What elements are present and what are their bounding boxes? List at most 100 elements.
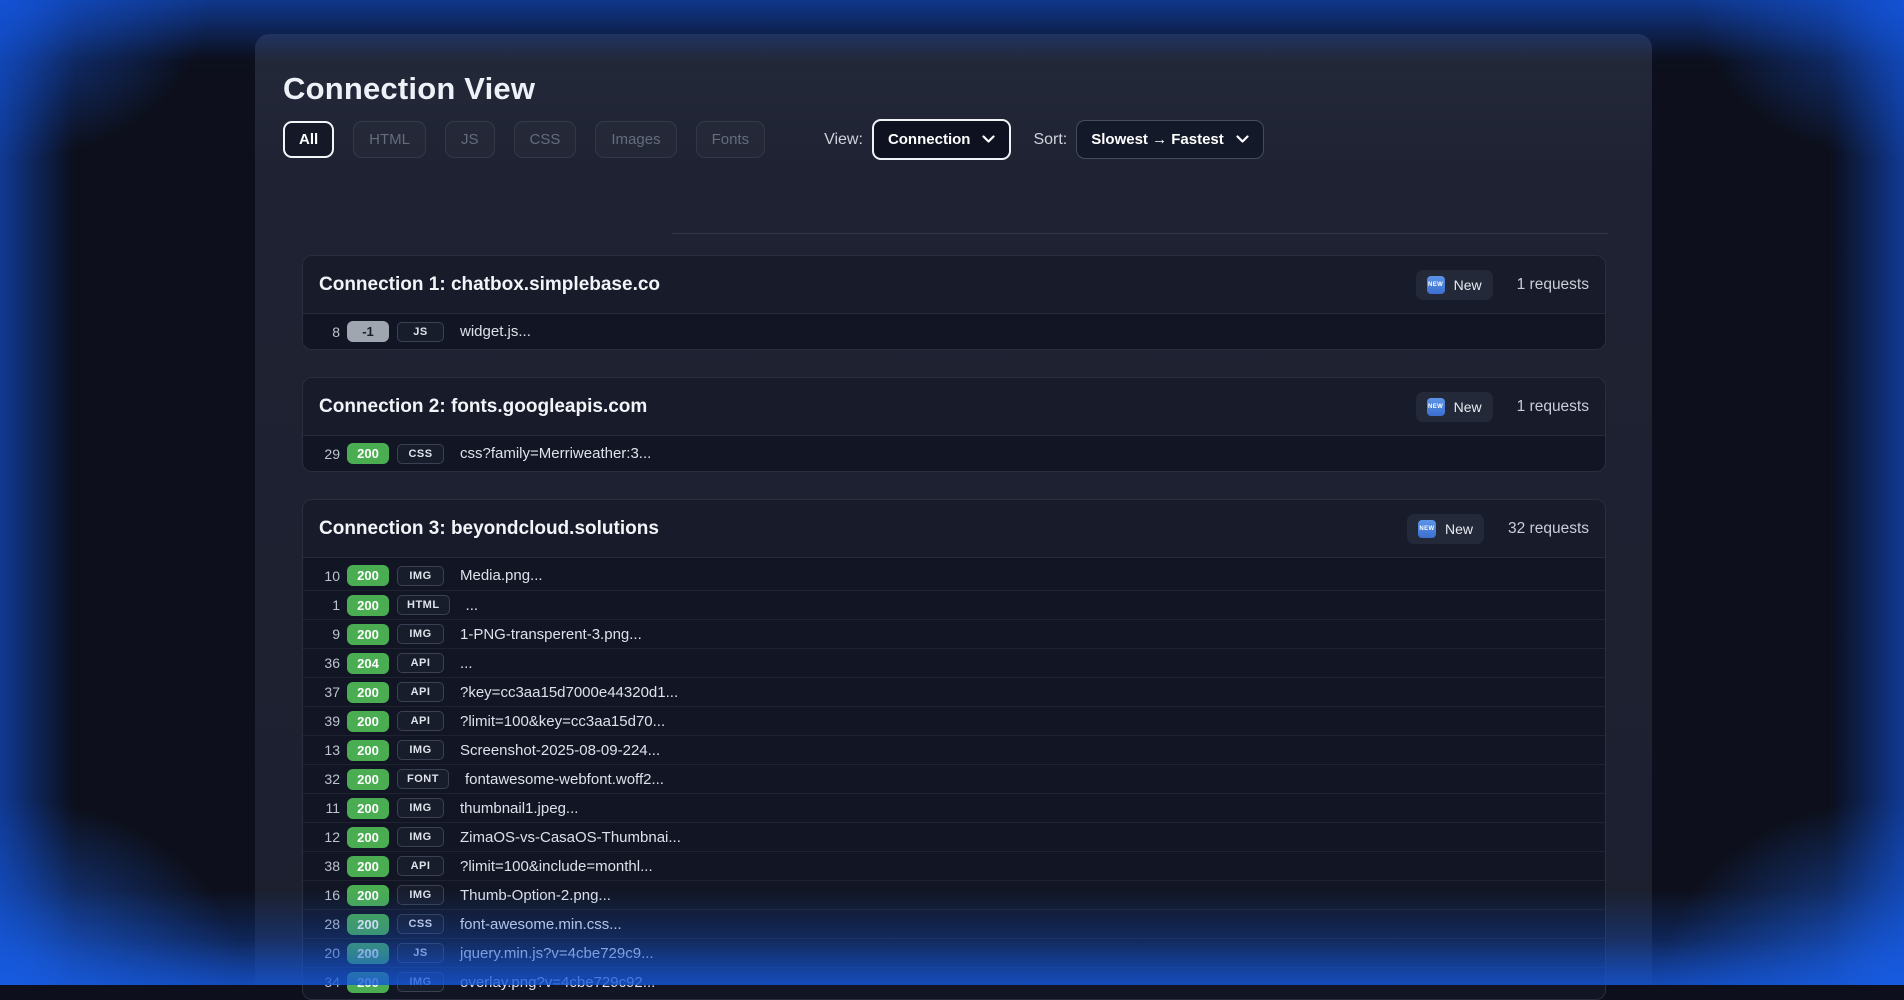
request-name: overlay.png?v=4cbe729c92... — [460, 974, 655, 991]
request-name: jquery.min.js?v=4cbe729c9... — [460, 945, 654, 962]
chevron-down-icon — [1236, 135, 1249, 144]
request-name: 1-PNG-transperent-3.png... — [460, 626, 642, 643]
request-row[interactable]: 37 200 API ?key=cc3aa15d7000e44320d1... — [303, 677, 1605, 706]
type-badge: JS — [397, 943, 444, 963]
type-badge: API — [397, 682, 444, 702]
connection-header[interactable]: Connection 1: chatbox.simplebase.co NEW … — [303, 256, 1605, 313]
request-row[interactable]: 29 200 CSS css?family=Merriweather:3... — [303, 439, 1605, 468]
type-badge: IMG — [397, 972, 444, 992]
status-badge: 200 — [347, 565, 389, 586]
status-badge: 200 — [347, 595, 389, 616]
request-number: 9 — [319, 626, 340, 642]
connection-card: Connection 3: beyondcloud.solutions NEW … — [302, 499, 1606, 1000]
request-count: 1 requests — [1517, 276, 1589, 294]
status-badge: 200 — [347, 885, 389, 906]
request-number: 1 — [319, 597, 340, 613]
request-name: ZimaOS-vs-CasaOS-Thumbnai... — [460, 829, 681, 846]
status-badge: 200 — [347, 769, 389, 790]
status-badge: 200 — [347, 856, 389, 877]
request-row[interactable]: 12 200 IMG ZimaOS-vs-CasaOS-Thumbnai... — [303, 822, 1605, 851]
request-number: 11 — [319, 800, 340, 816]
new-badge-label: New — [1454, 399, 1482, 415]
request-name: Thumb-Option-2.png... — [460, 887, 611, 904]
view-select[interactable]: Connection — [872, 119, 1012, 160]
request-row[interactable]: 28 200 CSS font-awesome.min.css... — [303, 909, 1605, 938]
new-badge-label: New — [1454, 277, 1482, 293]
filter-button-html[interactable]: HTML — [353, 121, 426, 158]
view-label: View: — [824, 131, 863, 149]
status-badge: 200 — [347, 827, 389, 848]
request-name: Media.png... — [460, 567, 543, 584]
new-badge: NEW New — [1407, 514, 1484, 544]
request-row[interactable]: 8 -1 JS widget.js... — [303, 317, 1605, 346]
type-badge: FONT — [397, 769, 449, 789]
type-badge: IMG — [397, 566, 444, 586]
request-count: 1 requests — [1517, 398, 1589, 416]
status-badge: 200 — [347, 798, 389, 819]
request-row[interactable]: 9 200 IMG 1-PNG-transperent-3.png... — [303, 619, 1605, 648]
status-badge: 200 — [347, 711, 389, 732]
request-row[interactable]: 13 200 IMG Screenshot-2025-08-09-224... — [303, 735, 1605, 764]
request-name: ... — [466, 597, 479, 614]
request-number: 8 — [319, 324, 340, 340]
request-number: 32 — [319, 771, 340, 787]
request-row[interactable]: 38 200 API ?limit=100&include=monthl... — [303, 851, 1605, 880]
request-number: 16 — [319, 887, 340, 903]
type-badge: IMG — [397, 885, 444, 905]
request-count: 32 requests — [1508, 520, 1589, 538]
type-badge: API — [397, 856, 444, 876]
request-row[interactable]: 39 200 API ?limit=100&key=cc3aa15d70... — [303, 706, 1605, 735]
status-badge: 200 — [347, 682, 389, 703]
type-badge: CSS — [397, 914, 444, 934]
request-number: 34 — [319, 974, 340, 990]
type-badge: JS — [397, 322, 444, 342]
request-name: ... — [460, 655, 473, 672]
request-name: ?limit=100&include=monthl... — [460, 858, 653, 875]
sort-select-value: Slowest → Fastest — [1091, 131, 1224, 148]
connections-list: Connection 1: chatbox.simplebase.co NEW … — [255, 255, 1652, 1000]
new-badge: NEW New — [1416, 270, 1493, 300]
filter-button-css[interactable]: CSS — [514, 121, 577, 158]
request-name: fontawesome-webfont.woff2... — [465, 771, 664, 788]
header-divider — [672, 233, 1608, 234]
type-badge: IMG — [397, 827, 444, 847]
request-name: Screenshot-2025-08-09-224... — [460, 742, 660, 759]
request-row[interactable]: 36 204 API ... — [303, 648, 1605, 677]
status-badge: -1 — [347, 321, 389, 342]
type-badge: API — [397, 711, 444, 731]
request-number: 10 — [319, 568, 340, 584]
request-row[interactable]: 20 200 JS jquery.min.js?v=4cbe729c9... — [303, 938, 1605, 967]
filter-button-images[interactable]: Images — [595, 121, 676, 158]
filter-button-fonts[interactable]: Fonts — [696, 121, 766, 158]
status-badge: 200 — [347, 972, 389, 993]
new-icon: NEW — [1427, 276, 1445, 294]
page-title: Connection View — [255, 34, 1652, 107]
connection-title: Connection 2: fonts.googleapis.com — [319, 396, 1416, 418]
request-number: 37 — [319, 684, 340, 700]
status-badge: 200 — [347, 443, 389, 464]
new-badge: NEW New — [1416, 392, 1493, 422]
request-row[interactable]: 16 200 IMG Thumb-Option-2.png... — [303, 880, 1605, 909]
connection-title: Connection 1: chatbox.simplebase.co — [319, 274, 1416, 296]
request-number: 29 — [319, 446, 340, 462]
filter-button-all[interactable]: All — [283, 121, 334, 158]
view-select-value: Connection — [888, 131, 971, 148]
filter-button-js[interactable]: JS — [445, 121, 495, 158]
filter-buttons: All HTML JS CSS Images Fonts — [283, 121, 784, 158]
request-number: 13 — [319, 742, 340, 758]
sort-select[interactable]: Slowest → Fastest — [1076, 120, 1264, 159]
request-row[interactable]: 32 200 FONT fontawesome-webfont.woff2... — [303, 764, 1605, 793]
request-row[interactable]: 34 200 IMG overlay.png?v=4cbe729c92... — [303, 967, 1605, 996]
request-row[interactable]: 1 200 HTML ... — [303, 590, 1605, 619]
status-badge: 200 — [347, 624, 389, 645]
connection-header[interactable]: Connection 3: beyondcloud.solutions NEW … — [303, 500, 1605, 557]
connection-card: Connection 2: fonts.googleapis.com NEW N… — [302, 377, 1606, 472]
request-list: 29 200 CSS css?family=Merriweather:3... — [303, 435, 1605, 471]
new-badge-label: New — [1445, 521, 1473, 537]
request-number: 39 — [319, 713, 340, 729]
request-row[interactable]: 11 200 IMG thumbnail1.jpeg... — [303, 793, 1605, 822]
status-badge: 200 — [347, 740, 389, 761]
request-row[interactable]: 10 200 IMG Media.png... — [303, 561, 1605, 590]
connection-title: Connection 3: beyondcloud.solutions — [319, 518, 1407, 540]
connection-header[interactable]: Connection 2: fonts.googleapis.com NEW N… — [303, 378, 1605, 435]
